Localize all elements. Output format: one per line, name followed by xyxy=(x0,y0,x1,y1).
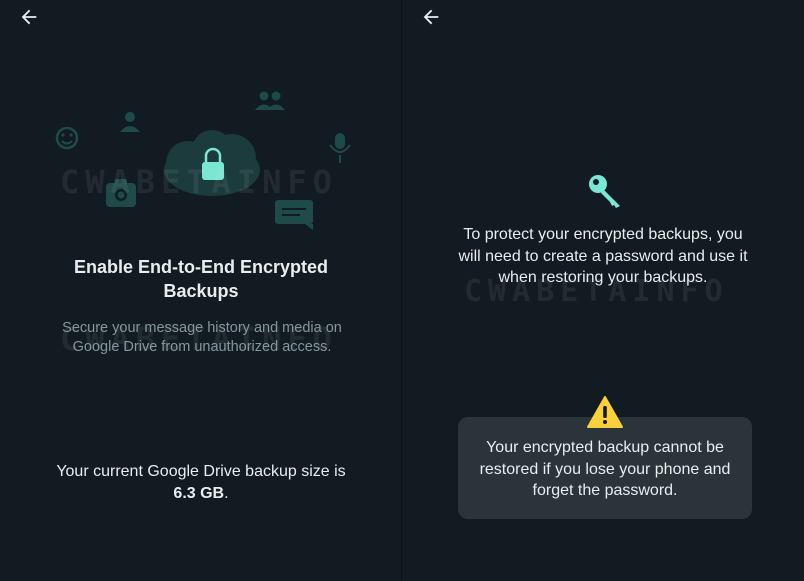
message-icon xyxy=(275,200,313,230)
warning-icon xyxy=(587,396,623,428)
right-screen: CWABETAINFO To protect your encrypted ba… xyxy=(402,0,804,581)
info-text: To protect your encrypted backups, you w… xyxy=(458,226,748,286)
warning-text: Your encrypted backup cannot be restored… xyxy=(479,439,731,499)
group-icon xyxy=(255,91,285,110)
backup-size-suffix: . xyxy=(224,485,229,502)
emoji-icon xyxy=(55,126,79,150)
warning-card: Your encrypted backup cannot be restored… xyxy=(458,417,752,519)
key-icon xyxy=(589,175,620,208)
microphone-icon xyxy=(329,133,351,163)
left-screen: CWABETAINFO CWABETAINFO Enable End-to-En… xyxy=(0,0,402,581)
back-arrow-icon[interactable] xyxy=(420,6,442,28)
watermark: CWABETAINFO xyxy=(60,163,338,201)
backup-size-prefix: Your current Google Drive backup size is xyxy=(56,463,346,480)
page-title: Enable End-to-End Encrypted Backups xyxy=(73,257,328,301)
person-icon xyxy=(120,112,140,132)
description-text: Secure your message history and media on… xyxy=(62,320,342,355)
backup-size-value: 6.3 GB xyxy=(173,485,225,502)
backup-size-text: Your current Google Drive backup size is… xyxy=(50,461,352,505)
encrypted-cloud-illustration xyxy=(55,91,351,230)
